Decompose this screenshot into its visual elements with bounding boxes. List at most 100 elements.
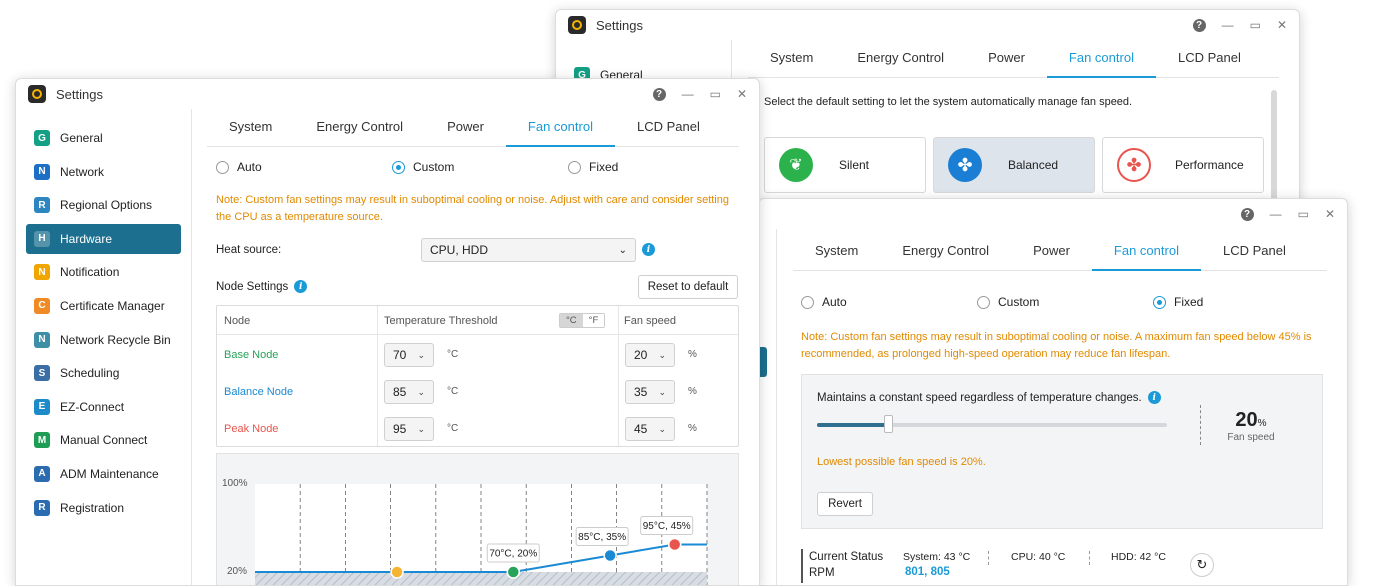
sidebar-item-label: Manual Connect xyxy=(60,433,148,448)
close-icon[interactable]: ✕ xyxy=(737,87,747,101)
sidebar-item-label: ADM Maintenance xyxy=(60,466,159,481)
maximize-icon[interactable]: ▭ xyxy=(1298,207,1309,221)
sidebar-item-notification[interactable]: N Notification xyxy=(26,257,181,287)
sidebar-item-label: Notification xyxy=(60,265,120,280)
tab-energy-control[interactable]: Energy Control xyxy=(880,236,1011,270)
tab-fan-control[interactable]: Fan control xyxy=(1091,236,1202,271)
scrollbar[interactable] xyxy=(1271,90,1277,200)
help-icon[interactable]: ? xyxy=(652,87,666,101)
minimize-icon[interactable]: — xyxy=(682,87,694,101)
tab-lcd-panel[interactable]: LCD Panel xyxy=(1201,236,1308,270)
mode-card-performance[interactable]: ✤ Performance xyxy=(1102,137,1264,193)
sidebar-item-adm-maintenance[interactable]: A ADM Maintenance xyxy=(26,459,181,489)
tab-lcd-panel[interactable]: LCD Panel xyxy=(1156,43,1263,77)
revert-button[interactable]: Revert xyxy=(817,492,873,516)
table-row: Base Node 70 ⌄ °C 20 ⌄% xyxy=(217,336,738,373)
fan-red-icon: ✤ xyxy=(1117,148,1151,182)
minimize-icon[interactable]: — xyxy=(1222,18,1234,32)
fan-speed-value: 20 xyxy=(1235,409,1258,431)
table-header: Node Temperature Threshold °C °F Fan spe… xyxy=(217,306,738,335)
constant-speed-text: Maintains a constant speed regardless of… xyxy=(817,391,1142,404)
minimize-icon[interactable]: — xyxy=(1270,207,1282,221)
curve-point-peak-node xyxy=(667,537,682,552)
unit-toggle[interactable]: °C °F xyxy=(559,313,606,328)
fan-curve-chart: 70°C, 20% 85°C, 35% 95°C, 45% 100% 20% xyxy=(216,453,740,586)
sidebar-item-network-recycle-bin[interactable]: N Network Recycle Bin xyxy=(26,325,181,355)
sidebar-item-label: Hardware xyxy=(60,231,113,246)
radio-fixed[interactable]: Fixed xyxy=(568,160,618,174)
radio-custom[interactable]: Custom xyxy=(977,295,1153,309)
radio-auto[interactable]: Auto xyxy=(801,295,977,309)
point-label: 85°C, 35% xyxy=(578,532,626,543)
node-settings-info-icon[interactable]: i xyxy=(294,280,308,293)
tab-energy-control[interactable]: Energy Control xyxy=(294,112,425,146)
close-icon[interactable]: ✕ xyxy=(1277,18,1287,32)
fan-curve-svg[interactable]: 70°C, 20% 85°C, 35% 95°C, 45% xyxy=(217,454,740,586)
tab-power[interactable]: Power xyxy=(1011,236,1092,270)
sidebar-item-scheduling[interactable]: S Scheduling xyxy=(26,358,181,388)
window-controls: ? — ▭ ✕ xyxy=(652,79,747,109)
temp-threshold-select[interactable]: 70 ⌄ xyxy=(384,343,434,367)
chevron-down-icon: ⌄ xyxy=(417,349,425,360)
fan-speed-select[interactable]: 35 ⌄ xyxy=(625,380,675,404)
sidebar-item-ez-connect[interactable]: E EZ-Connect xyxy=(26,392,181,422)
mode-card-balanced[interactable]: ✤ Balanced xyxy=(933,137,1095,193)
sidebar-item-label: EZ-Connect xyxy=(60,399,125,414)
curve-point-balance-node xyxy=(603,548,617,563)
close-icon[interactable]: ✕ xyxy=(1325,207,1335,221)
speed-slider-thumb[interactable] xyxy=(884,415,893,433)
maximize-icon[interactable]: ▭ xyxy=(710,87,721,101)
sidebar-item-hardware[interactable]: H Hardware xyxy=(26,223,181,254)
fan-mode-description: Select the default setting to let the sy… xyxy=(764,96,1133,108)
speed-slider-track[interactable] xyxy=(817,415,1167,433)
point-label: 70°C, 20% xyxy=(489,549,537,560)
maximize-icon[interactable]: ▭ xyxy=(1250,18,1261,32)
tab-power[interactable]: Power xyxy=(425,112,506,146)
tab-power[interactable]: Power xyxy=(966,43,1047,77)
sidebar-item-general[interactable]: G General xyxy=(26,123,181,153)
curve-handle xyxy=(390,565,404,579)
tab-system[interactable]: System xyxy=(748,43,835,77)
unit-celsius[interactable]: °C xyxy=(560,314,583,327)
temp-threshold-select[interactable]: 85 ⌄ xyxy=(384,380,434,404)
tab-lcd-panel[interactable]: LCD Panel xyxy=(615,112,722,146)
tab-fan-control[interactable]: Fan control xyxy=(505,112,616,147)
help-icon[interactable]: ? xyxy=(1192,18,1206,32)
mode-card-silent[interactable]: ❦ Silent xyxy=(764,137,926,193)
chevron-down-icon: ⌄ xyxy=(417,423,425,434)
tab-fan-control[interactable]: Fan control xyxy=(1046,43,1157,78)
cloud-icon: E xyxy=(34,398,50,415)
info-icon[interactable]: i xyxy=(1147,391,1161,404)
node-table: Node Temperature Threshold °C °F Fan spe… xyxy=(216,305,739,447)
tab-system[interactable]: System xyxy=(793,236,880,270)
temp-threshold-select[interactable]: 95 ⌄ xyxy=(384,417,434,441)
tab-energy-control[interactable]: Energy Control xyxy=(835,43,966,77)
sidebar-item-label: Network xyxy=(60,164,105,179)
sidebar-item-regional-options[interactable]: R Regional Options xyxy=(26,190,181,220)
heat-source-select[interactable]: CPU, HDD ⌄ xyxy=(421,238,636,262)
sidebar-item-certificate-manager[interactable]: C Certificate Manager xyxy=(26,291,181,321)
sidebar-item-manual-connect[interactable]: M Manual Connect xyxy=(26,425,181,455)
node-settings-label: Node Settings xyxy=(216,280,289,293)
refresh-icon[interactable]: ↻ xyxy=(1190,553,1214,577)
heat-source-info-icon[interactable]: i xyxy=(642,243,655,256)
fan-speed-select[interactable]: 45 ⌄ xyxy=(625,417,675,441)
unit-fahrenheit[interactable]: °F xyxy=(582,314,605,327)
curve-point-base-node xyxy=(506,565,521,579)
fan-speed-select[interactable]: 20 ⌄ xyxy=(625,343,675,367)
calendar-icon: S xyxy=(34,365,50,382)
table-row: Peak Node 95 ⌄ °C 45 ⌄% xyxy=(217,410,738,447)
sidebar-item-registration[interactable]: R Registration xyxy=(26,493,181,523)
tab-system[interactable]: System xyxy=(207,112,294,146)
sidebar-item-label: General xyxy=(60,131,103,145)
radio-fixed[interactable]: Fixed xyxy=(1153,295,1203,309)
status-label: Current Status xyxy=(809,551,884,563)
help-icon[interactable]: ? xyxy=(1240,207,1254,221)
sidebar-item-network[interactable]: N Network xyxy=(26,157,181,187)
window-controls: ? — ▭ ✕ xyxy=(1192,10,1287,40)
radio-custom[interactable]: Custom xyxy=(392,160,568,174)
radio-auto[interactable]: Auto xyxy=(216,160,392,174)
chevron-down-icon: ⌄ xyxy=(417,386,425,397)
fan-speed-unit: % xyxy=(1257,418,1267,429)
reset-to-default-button[interactable]: Reset to default xyxy=(638,275,738,299)
